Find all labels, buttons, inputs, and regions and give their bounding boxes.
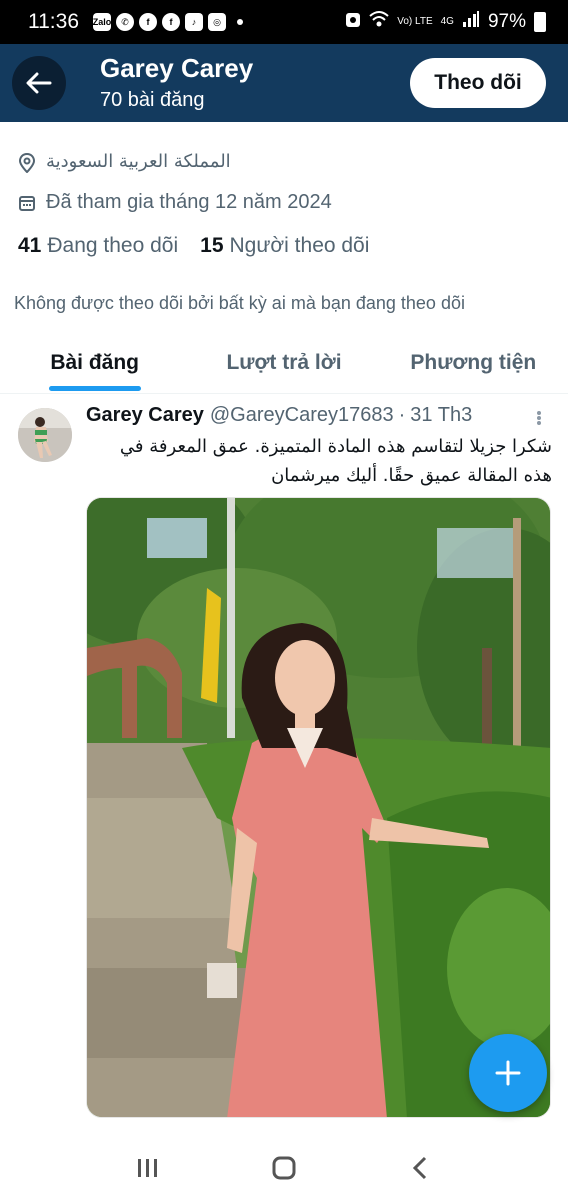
- post-date[interactable]: 31 Th3: [410, 404, 472, 427]
- followers-label: Người theo dõi: [229, 234, 370, 257]
- tab-media[interactable]: Phương tiện: [379, 332, 568, 393]
- post-separator: ·: [398, 404, 406, 426]
- tab-posts[interactable]: Bài đăng: [0, 332, 189, 393]
- status-time: 11:36: [28, 10, 79, 33]
- back-button[interactable]: [12, 56, 66, 110]
- signal-icon: [462, 10, 480, 34]
- home-icon: [272, 1156, 296, 1180]
- system-nav-bar: [0, 1136, 568, 1200]
- posts-count: 70 bài đăng: [100, 89, 205, 111]
- battery-percent: 97%: [487, 11, 526, 32]
- header-text: Garey Carey 70 bài đăng: [100, 53, 253, 113]
- following-label: Đang theo dõi: [47, 234, 179, 257]
- post-photo: [87, 498, 550, 1117]
- post-text-line-1: شكرا جزيلا لتقاسم هذه المادة المتميزة. ع…: [119, 436, 552, 457]
- profile-header: Garey Carey 70 bài đăng Theo dõi: [0, 44, 568, 122]
- zalo-icon: Zalo: [93, 13, 111, 31]
- location-pin-icon: [18, 152, 36, 173]
- network-type: 4G: [440, 16, 454, 27]
- network-label: Vo) LTE: [397, 16, 433, 27]
- arrow-left-icon: [26, 72, 52, 94]
- alarm-icon: [345, 10, 361, 34]
- calendar-icon: [18, 194, 36, 212]
- chevron-left-icon: [412, 1156, 427, 1180]
- more-notifications-dot: [237, 19, 243, 25]
- followers-count: 15: [200, 234, 224, 257]
- post-header: Garey Carey @GareyCarey17683 · 31 Th3: [86, 404, 472, 427]
- following-link[interactable]: 41 Đang theo dõi: [18, 234, 178, 258]
- joined-row: Đã tham gia tháng 12 năm 2024: [18, 191, 332, 214]
- whatsapp-icon: ✆: [116, 13, 134, 31]
- instagram-icon: ◎: [208, 13, 226, 31]
- post-text-line-2: هذه المقالة عميق حقًا. أليك ميرشمان: [271, 465, 552, 486]
- more-dot: [537, 421, 541, 425]
- home-button[interactable]: [264, 1148, 304, 1188]
- more-options-button[interactable]: [532, 408, 546, 428]
- screen: 11:36 Zalo ✆ f f ♪ ◎ Vo) LTE 4G 97% Gare…: [0, 0, 568, 1200]
- post-text: شكرا جزيلا لتقاسم هذه المادة المتميزة. ع…: [86, 432, 552, 490]
- profile-name: Garey Carey: [100, 53, 254, 83]
- compose-button[interactable]: [469, 1034, 547, 1112]
- followers-link[interactable]: 15 Người theo dõi: [200, 234, 369, 258]
- recent-apps-button[interactable]: [128, 1148, 168, 1188]
- profile-tabs: Bài đăng Lượt trả lời Phương tiện: [0, 332, 568, 394]
- tab-replies[interactable]: Lượt trả lời: [189, 332, 378, 393]
- tiktok-icon: ♪: [185, 13, 203, 31]
- following-count: 41: [18, 234, 42, 257]
- post-author-name[interactable]: Garey Carey: [86, 404, 204, 427]
- joined-text: Đã tham gia tháng 12 năm 2024: [46, 191, 332, 213]
- more-dot: [537, 411, 541, 415]
- more-dot: [537, 416, 541, 420]
- battery-icon: [534, 12, 546, 32]
- location-text: المملكة العربية السعودية: [46, 151, 231, 172]
- notification-icons: Zalo ✆ f f ♪ ◎: [93, 13, 243, 31]
- follow-counts: 41 Đang theo dõi 15 Người theo dõi: [18, 234, 369, 258]
- wifi-icon: [369, 10, 389, 34]
- location-row: المملكة العربية السعودية: [18, 151, 231, 173]
- post-handle[interactable]: @GareyCarey17683: [210, 404, 394, 427]
- plus-icon: [495, 1060, 521, 1086]
- system-icons: Vo) LTE 4G 97%: [345, 10, 546, 34]
- avatar[interactable]: [18, 408, 72, 462]
- post-image[interactable]: [86, 497, 551, 1118]
- status-bar: 11:36 Zalo ✆ f f ♪ ◎ Vo) LTE 4G 97%: [0, 0, 568, 44]
- facebook-icon: f: [162, 13, 180, 31]
- nav-back-button[interactable]: [400, 1148, 440, 1188]
- recent-apps-icon: [138, 1159, 157, 1177]
- facebook-icon: f: [139, 13, 157, 31]
- not-followed-note: Không được theo dõi bởi bất kỳ ai mà bạn…: [14, 293, 465, 313]
- follow-button[interactable]: Theo dõi: [410, 58, 546, 108]
